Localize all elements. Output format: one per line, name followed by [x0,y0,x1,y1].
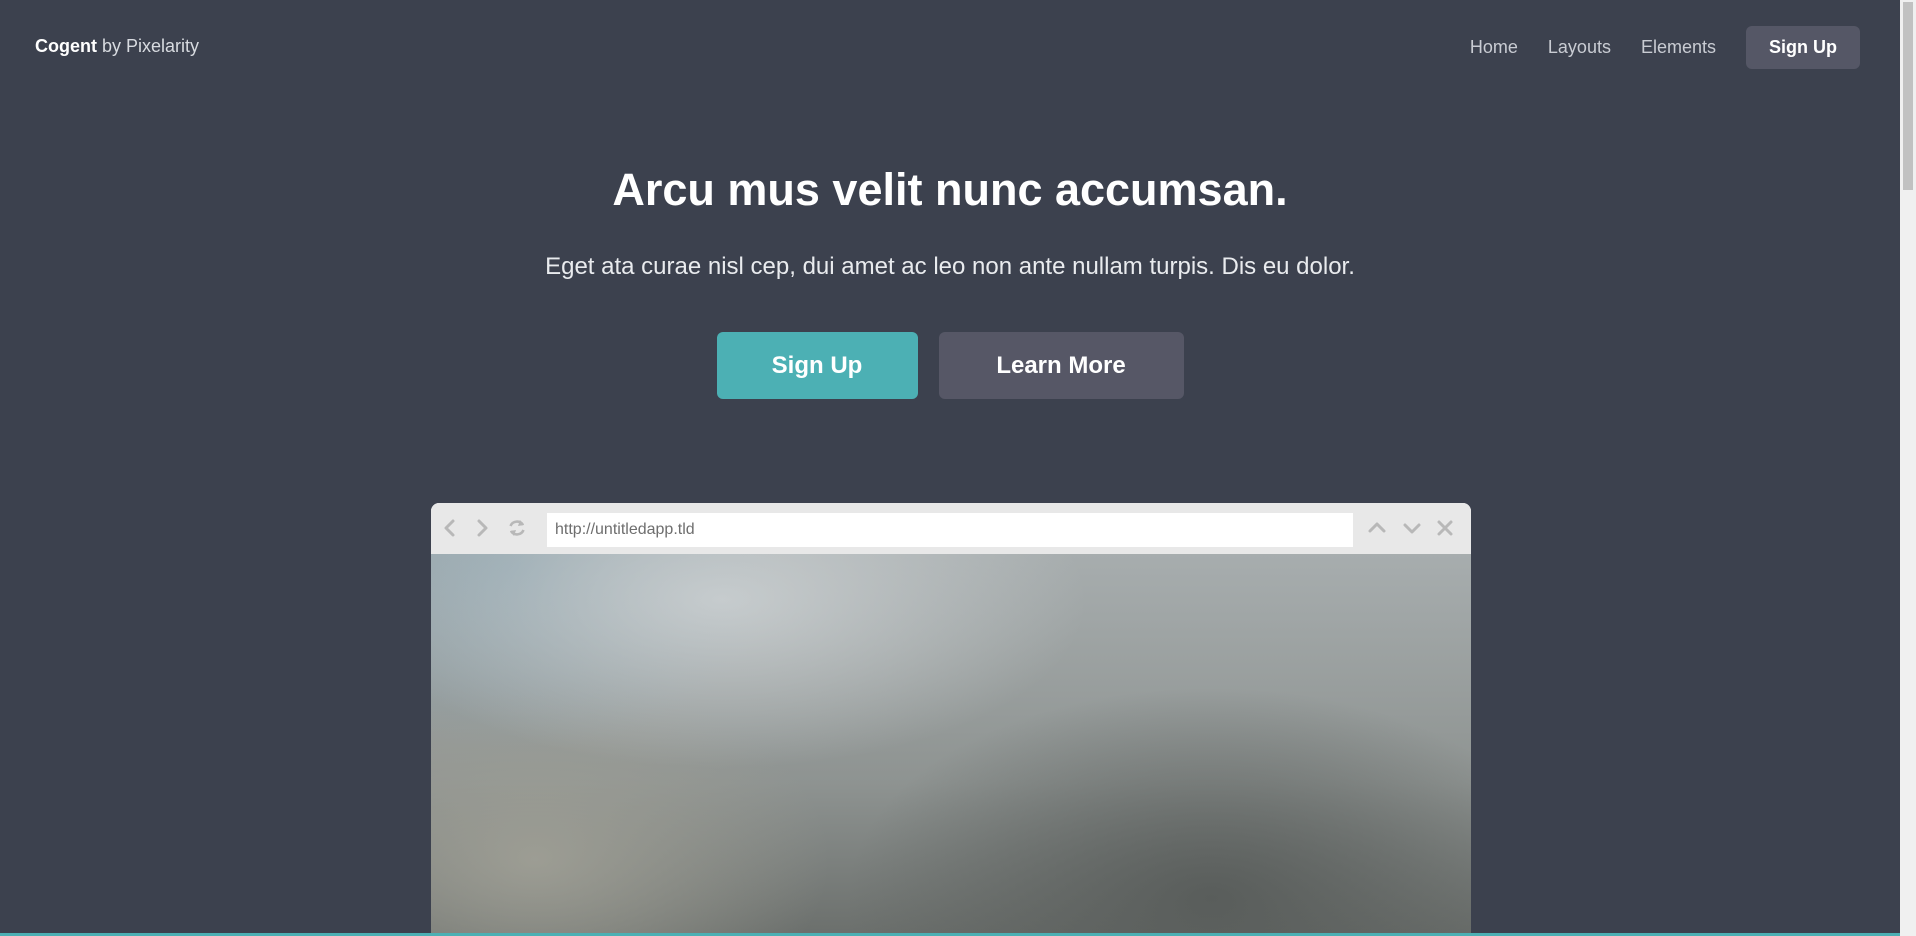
scrollbar-thumb[interactable] [1903,2,1913,190]
url-field: http://untitledapp.tld [547,513,1353,547]
site-header: Cogent by Pixelarity Home Layouts Elemen… [0,0,1900,94]
browser-mockup: http://untitledapp.tld [431,503,1471,936]
main-nav: Home Layouts Elements Sign Up [1440,26,1860,69]
refresh-icon [506,517,528,539]
nav-item-layouts[interactable]: Layouts [1548,37,1611,58]
logo-brand: Cogent [35,36,97,56]
hero-subtitle: Eget ata curae nisl cep, dui amet ac leo… [545,253,1355,280]
logo[interactable]: Cogent by Pixelarity [35,36,199,57]
up-icon [1366,517,1388,539]
logo-byline: by Pixelarity [102,36,200,56]
browser-content-image [431,554,1471,936]
hero-title: Arcu mus velit nunc accumsan. [612,164,1288,215]
down-icon [1401,517,1423,539]
header-signup-button[interactable]: Sign Up [1746,26,1860,69]
browser-toolbar: http://untitledapp.tld [431,503,1471,554]
nav-item-elements[interactable]: Elements [1641,37,1716,58]
hero-signup-button[interactable]: Sign Up [716,332,918,399]
close-icon [1434,517,1456,539]
forward-icon [471,517,493,539]
learn-more-button[interactable]: Learn More [938,332,1184,399]
back-icon [439,517,461,539]
page: Cogent by Pixelarity Home Layouts Elemen… [0,0,1916,936]
page-scrollbar[interactable] [1900,0,1916,936]
nav-item-home[interactable]: Home [1470,37,1518,58]
hero-buttons: Sign Up Learn More [0,332,1900,399]
